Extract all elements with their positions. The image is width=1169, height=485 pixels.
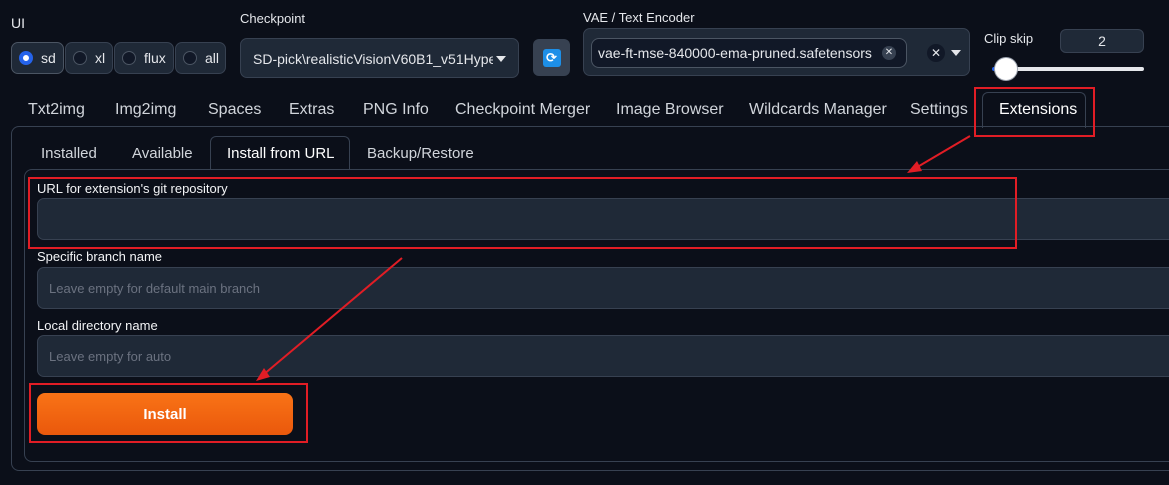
arrow-to-install-button (262, 257, 403, 376)
arrowhead-icon (907, 161, 922, 173)
annotation-arrows (256, 135, 971, 381)
arrow-to-url-field (913, 135, 971, 170)
